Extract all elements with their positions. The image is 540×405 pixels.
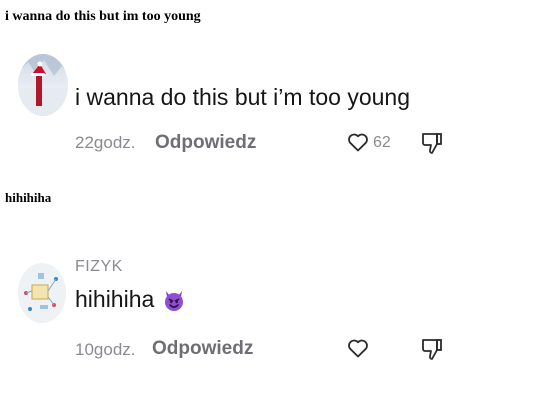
like-count: 62 xyxy=(373,134,391,151)
comment-time: 10godz. xyxy=(75,340,136,359)
caption-first: i wanna do this but im too young xyxy=(5,9,201,24)
comment-text-row: hihihiha xyxy=(75,286,186,313)
like-button[interactable] xyxy=(346,336,370,365)
avatar-image xyxy=(18,263,66,323)
smiling-devil-icon xyxy=(162,288,186,312)
comment-text: i wanna do this but i’m too young xyxy=(75,84,410,110)
dislike-icon xyxy=(422,133,442,154)
like-button[interactable] xyxy=(346,130,370,159)
username[interactable]: FIZYK xyxy=(75,258,123,276)
heart-icon xyxy=(348,133,368,152)
comment-text: hihihiha xyxy=(75,286,155,312)
heart-icon xyxy=(348,339,368,358)
dislike-button[interactable] xyxy=(420,130,444,161)
dislike-icon xyxy=(422,339,442,360)
avatar[interactable] xyxy=(18,263,66,323)
avatar[interactable] xyxy=(18,54,68,116)
reply-button[interactable]: Odpowiedz xyxy=(155,132,256,154)
comment-time: 22godz. xyxy=(75,133,136,152)
caption-second: hihihiha xyxy=(5,190,52,205)
avatar-image xyxy=(18,54,68,116)
dislike-button[interactable] xyxy=(420,336,444,367)
reply-button[interactable]: Odpowiedz xyxy=(152,338,253,360)
